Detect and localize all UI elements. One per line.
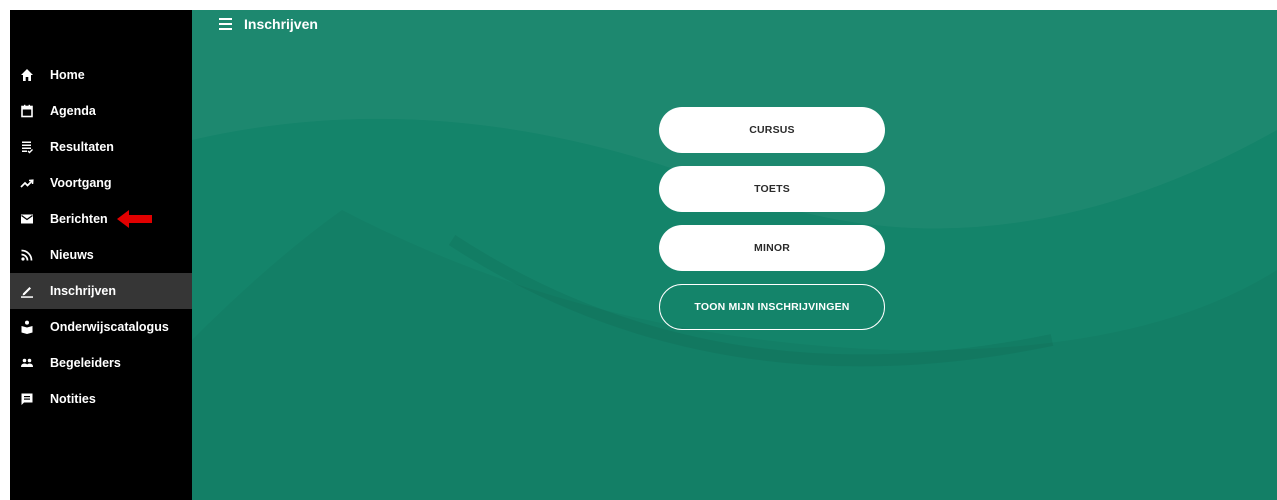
red-arrow-left-icon xyxy=(117,210,152,228)
menu-icon[interactable] xyxy=(218,17,234,31)
trending-up-icon xyxy=(20,176,34,190)
sidebar-item-voortgang[interactable]: Voortgang xyxy=(10,165,192,201)
home-icon xyxy=(20,68,34,82)
rss-icon xyxy=(20,248,34,262)
sidebar-item-label: Begeleiders xyxy=(50,356,121,370)
sidebar: Home Agenda Resultaten Voortgang Bericht xyxy=(10,10,192,500)
sidebar-item-resultaten[interactable]: Resultaten xyxy=(10,129,192,165)
sidebar-item-nieuws[interactable]: Nieuws xyxy=(10,237,192,273)
sidebar-item-agenda[interactable]: Agenda xyxy=(10,93,192,129)
results-list-icon xyxy=(20,140,34,154)
sidebar-item-label: Resultaten xyxy=(50,140,114,154)
sidebar-item-notities[interactable]: Notities xyxy=(10,381,192,417)
page-title: Inschrijven xyxy=(244,16,318,32)
pencil-icon xyxy=(20,284,34,298)
toon-mijn-inschrijvingen-button[interactable]: TOON MIJN INSCHRIJVINGEN xyxy=(659,284,885,330)
sidebar-item-berichten[interactable]: Berichten xyxy=(10,201,192,237)
toets-button[interactable]: TOETS xyxy=(659,166,885,212)
top-app-bar: Inschrijven xyxy=(192,10,1277,38)
note-icon xyxy=(20,392,34,406)
sidebar-item-onderwijscatalogus[interactable]: Onderwijscatalogus xyxy=(10,309,192,345)
minor-button[interactable]: MINOR xyxy=(659,225,885,271)
sidebar-item-label: Nieuws xyxy=(50,248,94,262)
mail-icon xyxy=(20,212,34,226)
sidebar-item-home[interactable]: Home xyxy=(10,57,192,93)
sidebar-nav: Home Agenda Resultaten Voortgang Bericht xyxy=(10,57,192,417)
sidebar-item-label: Voortgang xyxy=(50,176,112,190)
sidebar-item-label: Home xyxy=(50,68,85,82)
people-icon xyxy=(20,356,34,370)
calendar-icon xyxy=(20,104,34,118)
sidebar-item-begeleiders[interactable]: Begeleiders xyxy=(10,345,192,381)
sidebar-item-label: Agenda xyxy=(50,104,96,118)
sidebar-item-label: Berichten xyxy=(50,212,108,226)
sidebar-item-label: Onderwijscatalogus xyxy=(50,320,169,334)
sidebar-item-label: Notities xyxy=(50,392,96,406)
sidebar-item-label: Inschrijven xyxy=(50,284,116,298)
reader-icon xyxy=(20,320,34,334)
main-content: Inschrijven CURSUS TOETS MINOR TOON MIJN… xyxy=(192,10,1277,500)
sidebar-item-inschrijven[interactable]: Inschrijven xyxy=(10,273,192,309)
cursus-button[interactable]: CURSUS xyxy=(659,107,885,153)
